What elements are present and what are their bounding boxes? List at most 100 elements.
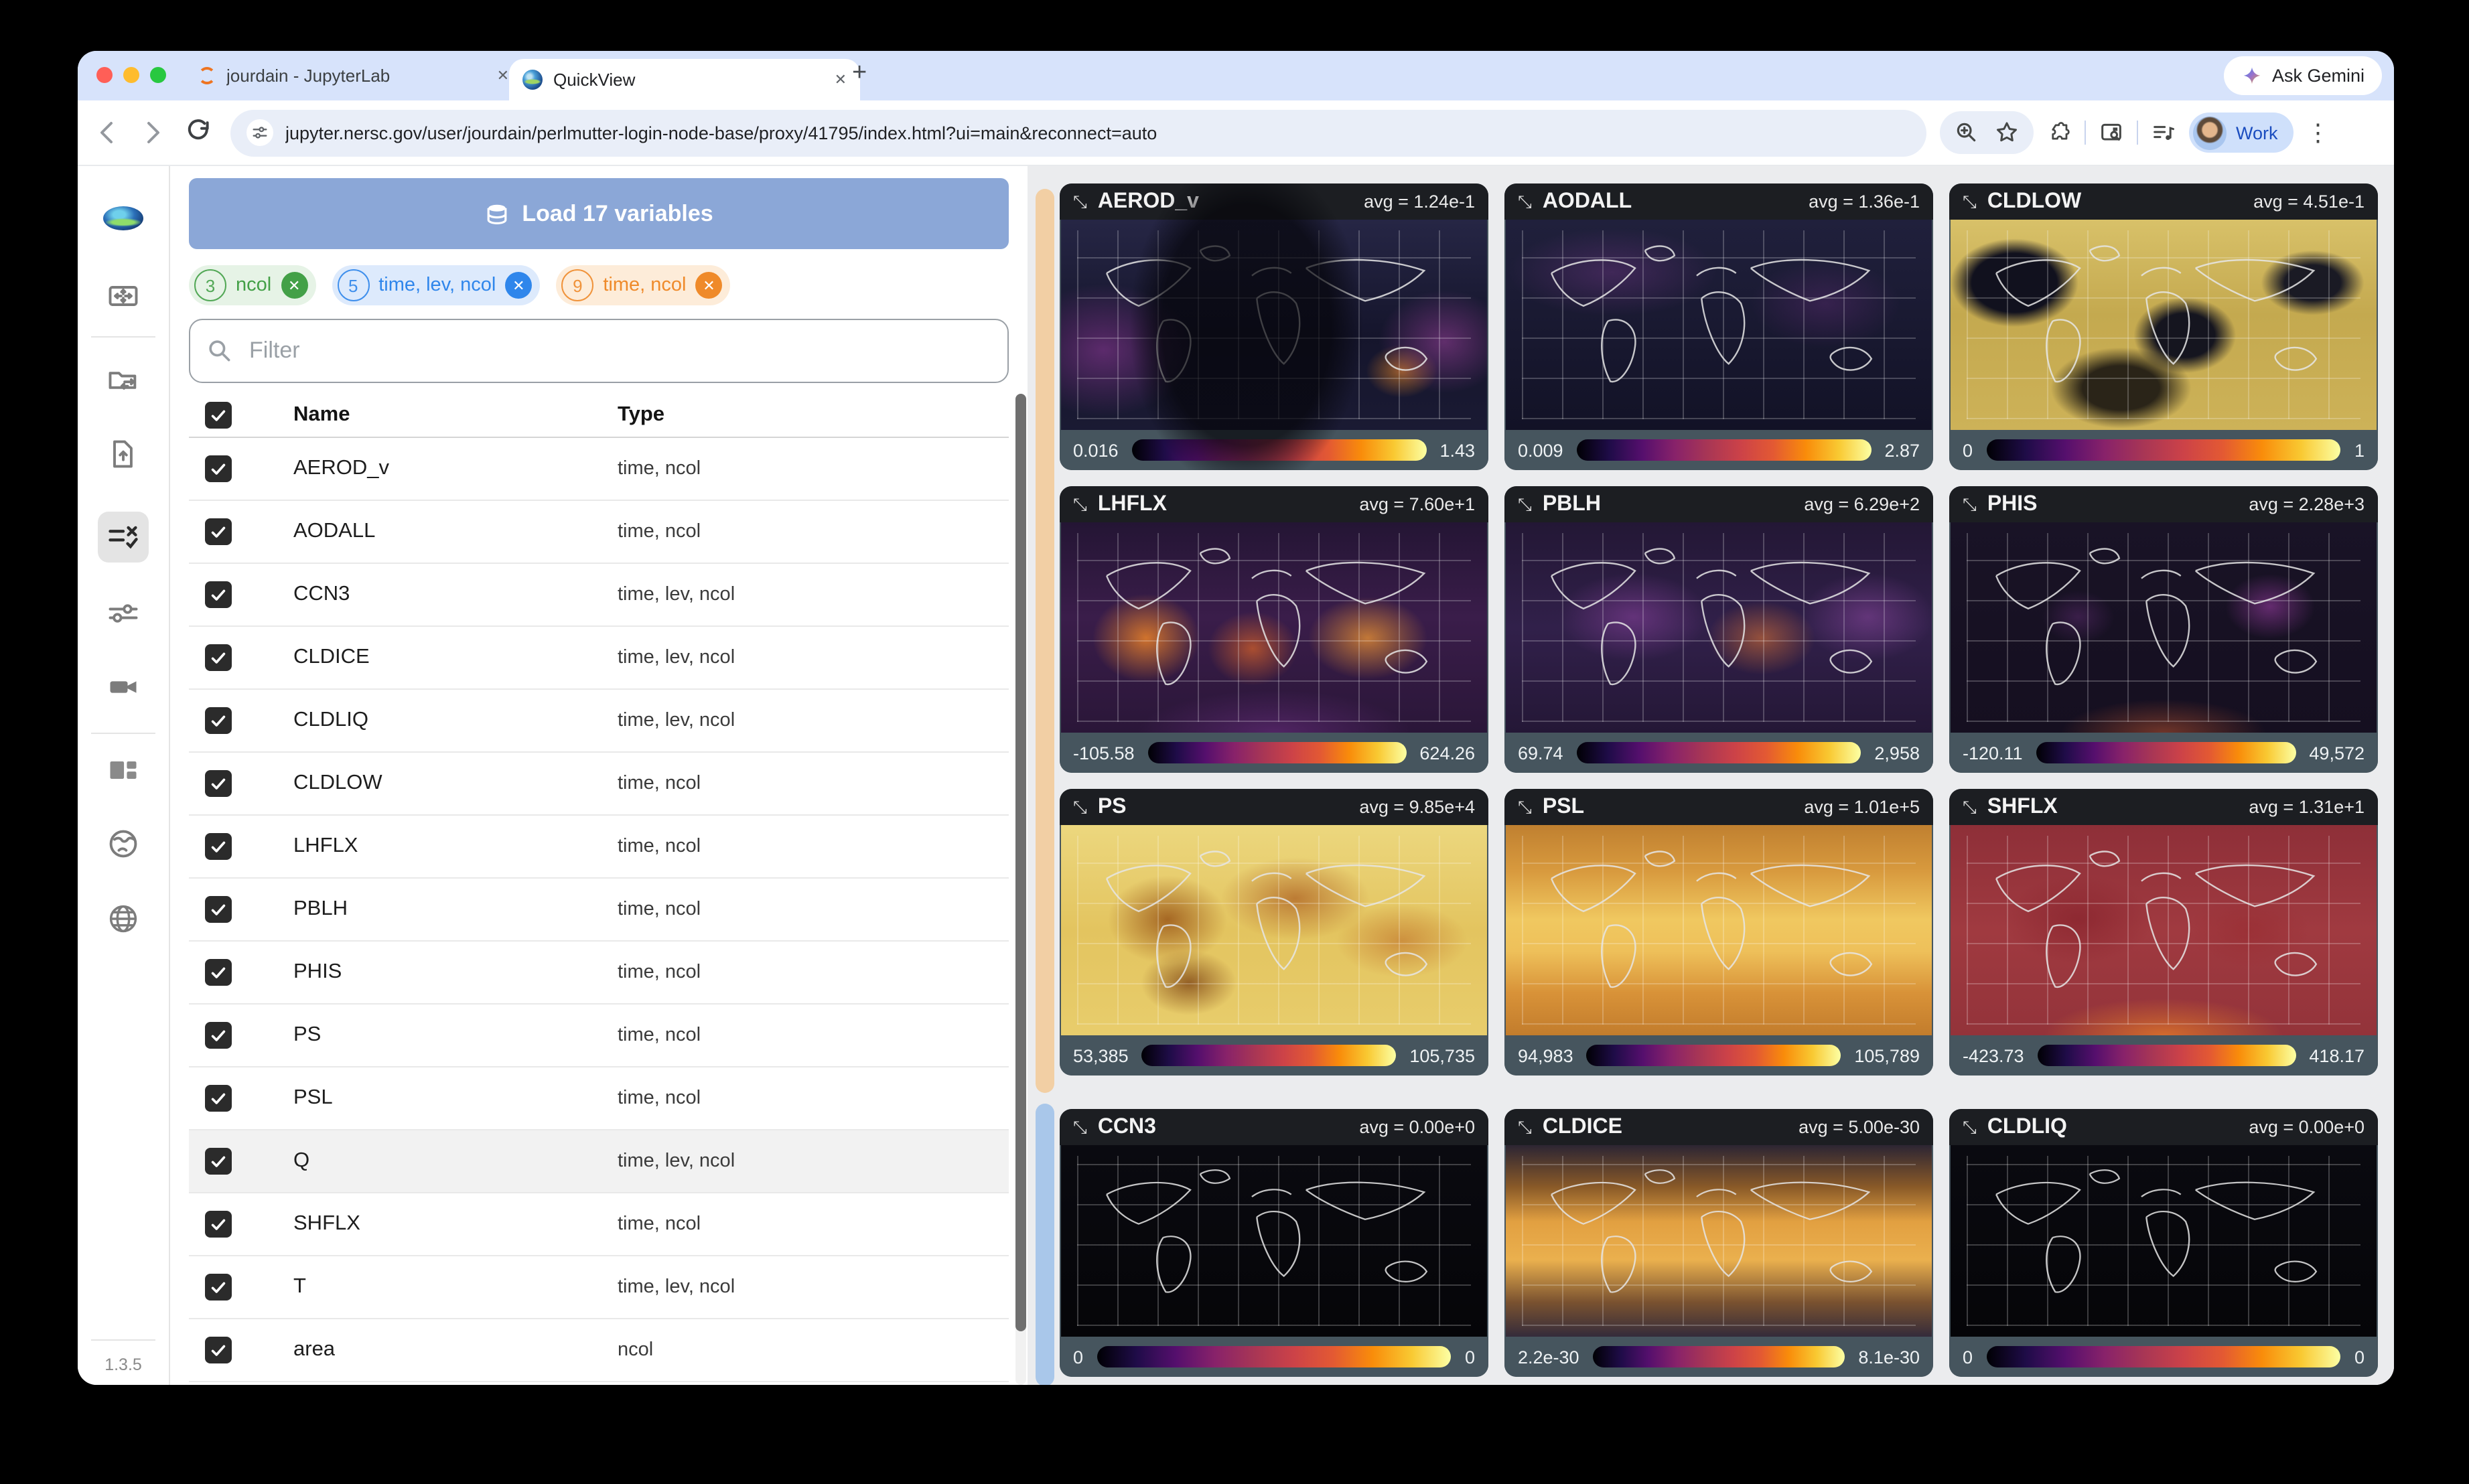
row-checkbox[interactable] [205,707,232,734]
panel-scrollbar-thumb[interactable] [1015,394,1026,1331]
minimize-window-button[interactable] [123,67,139,83]
map-image[interactable] [1951,1145,2377,1337]
table-row[interactable]: Q time, lev, ncol [189,1130,1009,1193]
expand-icon[interactable]: ⤡ [1073,1118,1087,1136]
table-row[interactable]: CLDLIQ time, lev, ncol [189,690,1009,753]
row-checkbox[interactable] [205,959,232,986]
table-row[interactable]: AODALL time, ncol [189,501,1009,564]
bookmark-star-icon[interactable] [1993,119,2020,146]
map-image[interactable] [1061,522,1487,733]
chip-close-icon[interactable]: ✕ [696,272,723,299]
row-checkbox[interactable] [205,1274,232,1301]
tab-close-icon[interactable]: ✕ [497,67,509,84]
dimension-chip[interactable]: 9 time, ncol ✕ [556,265,730,305]
expand-icon[interactable]: ⤡ [1518,496,1532,513]
table-row[interactable]: area ncol [189,1319,1009,1382]
filter-box [189,319,1009,383]
media-queue-icon[interactable] [2150,119,2177,146]
zoom-window-button[interactable] [150,67,166,83]
layout-icon[interactable] [98,745,149,796]
tab-close-icon[interactable]: ✕ [835,71,847,88]
row-checkbox[interactable] [205,644,232,671]
dimension-chip[interactable]: 3 ncol ✕ [189,265,315,305]
site-settings-icon[interactable] [246,119,273,146]
map-image[interactable] [1506,825,1932,1035]
reading-mode-icon[interactable] [2098,119,2125,146]
map-image[interactable] [1951,825,2377,1035]
map-image[interactable] [1506,220,1932,430]
table-row[interactable]: CCN3 time, lev, ncol [189,564,1009,627]
expand-icon[interactable]: ⤡ [1518,1118,1532,1136]
expand-icon[interactable]: ⤡ [1963,496,1977,513]
back-icon[interactable] [91,117,123,149]
table-row[interactable]: CLDICE time, lev, ncol [189,627,1009,690]
table-row[interactable]: PBLH time, ncol [189,879,1009,942]
variables-list-icon[interactable] [98,512,149,563]
row-checkbox[interactable] [205,581,232,608]
row-checkbox[interactable] [205,770,232,797]
data-transfer-icon[interactable] [98,355,149,406]
table-row[interactable]: PS time, ncol [189,1005,1009,1067]
dimension-chip[interactable]: 5 time, lev, ncol ✕ [332,265,540,305]
map-image[interactable] [1506,522,1932,733]
table-row[interactable]: SHFLX time, ncol [189,1193,1009,1256]
close-window-button[interactable] [96,67,113,83]
expand-icon[interactable]: ⤡ [1963,193,1977,210]
map-image[interactable] [1506,1145,1932,1337]
table-row[interactable]: PSL time, ncol [189,1067,1009,1130]
expand-icon[interactable]: ⤡ [1073,798,1087,816]
chip-close-icon[interactable]: ✕ [505,272,532,299]
tab-quickview[interactable]: QuickView ✕ [509,59,860,100]
extensions-icon[interactable] [2046,119,2072,146]
colorbar-max: 105,735 [1409,1045,1475,1065]
row-checkbox[interactable] [205,518,232,545]
globe-icon[interactable] [98,893,149,944]
map-image[interactable] [1061,220,1487,430]
table-row[interactable]: PHIS time, ncol [189,942,1009,1005]
map-image[interactable] [1061,1145,1487,1337]
camera-icon[interactable] [98,662,149,713]
row-checkbox[interactable] [205,1085,232,1112]
table-row[interactable]: CLDLOW time, ncol [189,753,1009,816]
expand-icon[interactable]: ⤡ [1518,193,1532,210]
address-bar[interactable]: jupyter.nersc.gov/user/jourdain/perlmutt… [230,109,1926,156]
new-tab-button[interactable]: + [852,59,867,88]
fit-view-icon[interactable] [98,271,149,321]
zoom-page-icon[interactable] [1953,119,1980,146]
expand-icon[interactable]: ⤡ [1518,798,1532,816]
expand-icon[interactable]: ⤡ [1073,193,1087,210]
settings-sliders-icon[interactable] [98,588,149,639]
panel-scrollbar[interactable] [1015,394,1026,1385]
load-variables-button[interactable]: Load 17 variables [189,178,1009,249]
table-row[interactable]: AEROD_v time, ncol [189,438,1009,501]
map-image[interactable] [1951,522,2377,733]
table-row[interactable]: T time, lev, ncol [189,1256,1009,1319]
table-row[interactable]: LHFLX time, ncol [189,816,1009,879]
earth-icon[interactable] [98,818,149,869]
reload-icon[interactable] [182,117,214,149]
table-row[interactable]: lat ncol [189,1382,1009,1385]
tab-jupyterlab[interactable]: jourdain - JupyterLab ✕ [185,51,522,100]
expand-icon[interactable]: ⤡ [1963,798,1977,816]
filter-input[interactable] [246,336,991,366]
select-all-checkbox[interactable] [205,402,232,429]
expand-icon[interactable]: ⤡ [1073,496,1087,513]
variable-type: time, lev, ncol [618,1151,735,1172]
map-image[interactable] [1061,825,1487,1035]
map-image[interactable] [1951,220,2377,430]
variable-type: time, ncol [618,962,701,983]
row-checkbox[interactable] [205,455,232,482]
row-checkbox[interactable] [205,1211,232,1238]
row-checkbox[interactable] [205,1148,232,1175]
ask-gemini-button[interactable]: Ask Gemini [2224,56,2382,95]
forward-icon[interactable] [137,117,169,149]
row-checkbox[interactable] [205,1337,232,1363]
file-upload-icon[interactable] [98,429,149,479]
chip-close-icon[interactable]: ✕ [281,272,307,299]
expand-icon[interactable]: ⤡ [1963,1118,1977,1136]
row-checkbox[interactable] [205,1022,232,1049]
more-menu-icon[interactable]: ⋮ [2306,121,2330,145]
row-checkbox[interactable] [205,833,232,860]
row-checkbox[interactable] [205,896,232,923]
profile-button[interactable]: Work [2189,113,2294,153]
